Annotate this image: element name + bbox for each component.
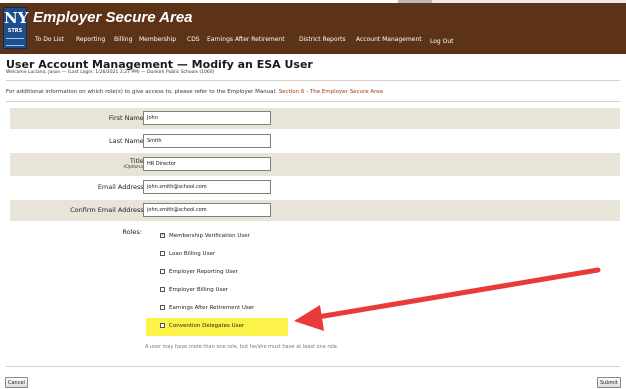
role-label: Employer Reporting User bbox=[169, 269, 238, 275]
last-name-label: Last Name: bbox=[109, 137, 146, 145]
checkbox[interactable] bbox=[160, 305, 165, 310]
email-label: Email Address: bbox=[97, 183, 146, 191]
info-text: For additional information on which role… bbox=[6, 89, 383, 95]
title-row: Title: (Optional) HR Director bbox=[10, 153, 620, 176]
role-label: Earnings After Retirement User bbox=[169, 305, 255, 311]
nav-billing[interactable]: Billing bbox=[114, 36, 132, 43]
roles-label: Roles: bbox=[122, 228, 142, 236]
role-employer-billing[interactable]: Employer Billing User bbox=[160, 287, 228, 293]
confirm-email-input[interactable]: john.smith@school.com bbox=[143, 203, 271, 217]
checkbox[interactable] bbox=[160, 269, 165, 274]
nav-cds[interactable]: CDS bbox=[187, 36, 200, 43]
first-name-input[interactable]: John bbox=[143, 111, 271, 125]
confirm-email-row: Confirm Email Address: john.smith@school… bbox=[10, 200, 620, 221]
role-label: Membership Verification User bbox=[169, 233, 250, 239]
last-name-input[interactable]: Smith bbox=[143, 134, 271, 148]
title-input[interactable]: HR Director bbox=[143, 157, 271, 171]
logo-stripes bbox=[6, 38, 24, 46]
nav-account-management[interactable]: Account Management bbox=[356, 36, 422, 43]
confirm-email-label: Confirm Email Address: bbox=[70, 206, 146, 214]
divider bbox=[6, 80, 620, 81]
nav-todo-list[interactable]: To Do List bbox=[35, 36, 64, 43]
last-name-row: Last Name: Smith bbox=[10, 131, 620, 152]
email-row: Email Address: john.smith@school.com bbox=[10, 177, 620, 198]
checkbox[interactable] bbox=[160, 323, 165, 328]
app-title: Employer Secure Area bbox=[33, 9, 193, 26]
divider bbox=[6, 366, 620, 367]
role-earnings-after-retirement[interactable]: Earnings After Retirement User bbox=[160, 305, 254, 311]
nav-log-out[interactable]: Log Out bbox=[430, 38, 454, 45]
nav-district-reports[interactable]: District Reports bbox=[299, 36, 345, 43]
submit-button[interactable]: Submit bbox=[597, 377, 621, 388]
cancel-button[interactable]: Cancel bbox=[5, 377, 28, 388]
role-label: Convention Delegates User bbox=[169, 323, 245, 329]
employer-manual-link[interactable]: Section 6 - The Employer Secure Area bbox=[279, 89, 383, 95]
role-employer-reporting[interactable]: Employer Reporting User bbox=[160, 269, 238, 275]
role-membership-verification[interactable]: Membership Verification User bbox=[160, 232, 250, 239]
role-convention-delegates[interactable]: Convention Delegates User bbox=[160, 323, 244, 329]
role-loan-billing[interactable]: Loan Billing User bbox=[160, 251, 215, 257]
checkbox-checked[interactable] bbox=[160, 232, 165, 238]
roles-footnote: A user may have more than one role, but … bbox=[145, 344, 339, 350]
role-label: Loan Billing User bbox=[169, 251, 216, 257]
logo-ny-text: NY bbox=[4, 9, 29, 27]
email-input[interactable]: john.smith@school.com bbox=[143, 180, 271, 194]
info-prefix: For additional information on which role… bbox=[6, 89, 279, 95]
role-label: Employer Billing User bbox=[169, 287, 229, 293]
nystrs-logo[interactable]: NY STRS bbox=[3, 7, 29, 49]
nav-reporting[interactable]: Reporting bbox=[76, 36, 105, 43]
welcome-line: Welcome Luciano, Jason — (Last Login: 1/… bbox=[6, 70, 215, 75]
nav-earnings-after-retirement[interactable]: Earnings After Retirement bbox=[207, 36, 285, 43]
logo-strs-text: STRS bbox=[7, 28, 23, 34]
checkbox[interactable] bbox=[160, 287, 165, 292]
checkbox[interactable] bbox=[160, 251, 165, 256]
first-name-label: First Name: bbox=[108, 114, 146, 122]
first-name-row: First Name: John bbox=[10, 108, 620, 129]
divider bbox=[6, 101, 620, 102]
nav-membership[interactable]: Membership bbox=[139, 36, 176, 43]
